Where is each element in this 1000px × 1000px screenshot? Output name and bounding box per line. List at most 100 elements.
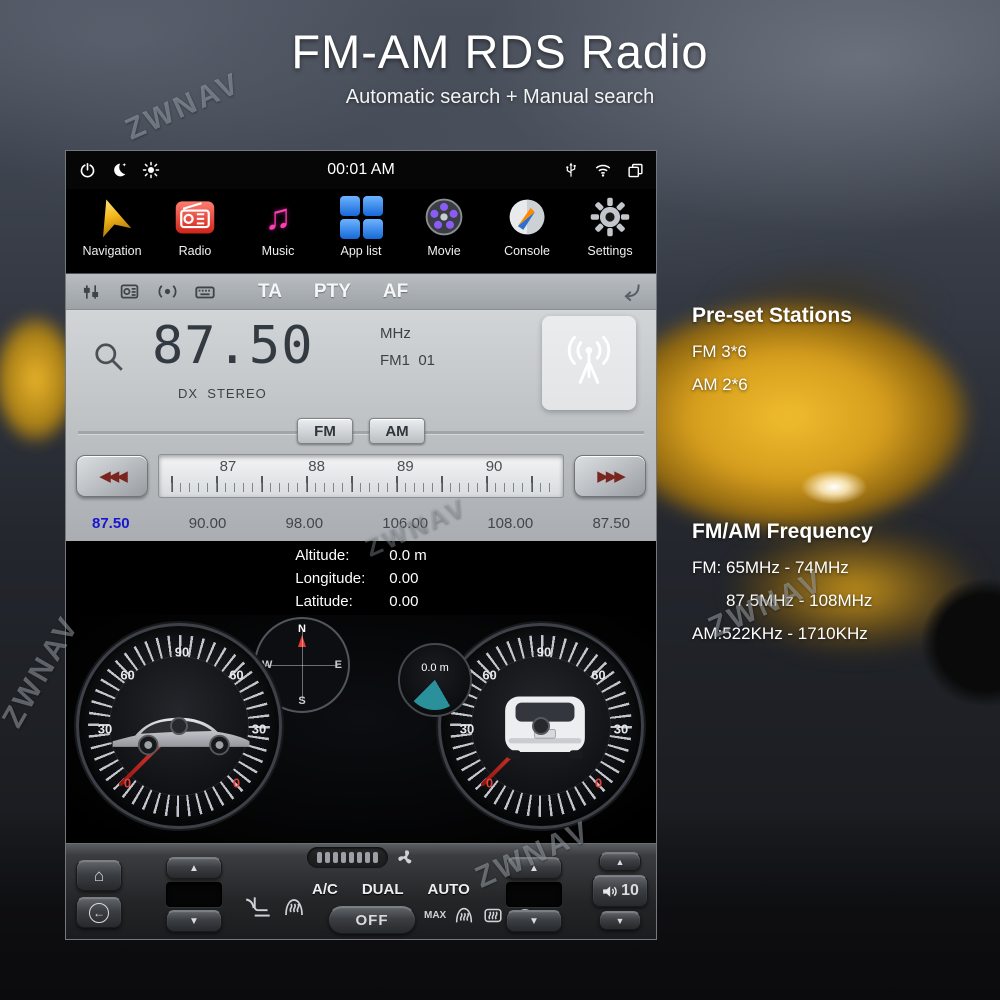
temp-up-button[interactable]: ▲ <box>506 857 562 879</box>
radio-display: 87.50 MHz FM1 01 DX STEREO <box>66 310 656 414</box>
longitude-line: Longitude:0.00 <box>295 567 427 590</box>
scale-number: 88 <box>308 458 325 475</box>
navigation-icon <box>88 193 136 241</box>
app-movie[interactable]: Movie <box>404 193 484 273</box>
settings-gear-icon <box>586 193 634 241</box>
temp-down-button[interactable]: ▼ <box>166 910 222 932</box>
radio-panel: TA PTY AF 87.50 MHz FM1 01 DX STEREO <box>66 273 656 541</box>
frequency-unit: MHz <box>380 326 435 341</box>
speaker-icon <box>601 883 618 900</box>
up-arrow-icon: ▲ <box>616 857 625 867</box>
tuning-scale: 87 88 89 90 <box>158 454 564 498</box>
app-label: App list <box>341 244 382 258</box>
keyboard-icon[interactable] <box>194 281 216 303</box>
frequency-range-heading: FM/AM Frequency <box>692 520 992 544</box>
down-arrow-icon: ▼ <box>616 916 625 926</box>
compass-north: N <box>298 623 306 635</box>
left-speed-gauge: 030609060300 <box>76 623 282 829</box>
app-label: Music <box>262 244 295 258</box>
fan-speed-indicator <box>307 847 415 868</box>
app-label: Movie <box>427 244 460 258</box>
mini-gauge-value: 0.0 m <box>400 662 470 674</box>
preset-station[interactable]: 87.50 <box>592 515 630 532</box>
compass-south: S <box>298 695 305 707</box>
app-music[interactable]: ♫ Music <box>238 193 318 273</box>
compass-east: E <box>335 659 342 671</box>
music-icon: ♫ <box>254 193 302 241</box>
app-label: Settings <box>587 244 632 258</box>
tuner-icon[interactable] <box>80 281 102 303</box>
fm-range-line: FM: 65MHz - 74MHz <box>692 558 992 578</box>
preset-station[interactable]: 98.00 <box>286 515 324 532</box>
gauge-cluster: N E S W 030609060300 <box>66 615 656 843</box>
seek-down-button[interactable]: ◀◀◀ <box>76 455 148 497</box>
volume-level: 10 <box>621 882 639 900</box>
volume-button[interactable]: 10 <box>592 875 648 907</box>
signal-icon[interactable] <box>156 281 178 303</box>
climate-off-button[interactable]: OFF <box>328 906 416 934</box>
seek-down-icon: ◀◀◀ <box>99 467 125 485</box>
fan-icon <box>396 848 415 867</box>
radio-toolbar: TA PTY AF <box>66 274 656 310</box>
fm-range-line2: 87.5MHz - 108MHz <box>692 591 992 611</box>
preset-station[interactable]: 87.50 <box>92 515 130 532</box>
down-arrow-icon: ▼ <box>189 916 199 927</box>
app-label: Radio <box>179 244 212 258</box>
preset-station[interactable]: 108.00 <box>487 515 533 532</box>
preset-memory-icon[interactable] <box>118 281 140 303</box>
seek-up-button[interactable]: ▶▶▶ <box>574 455 646 497</box>
app-console[interactable]: Console <box>487 193 567 273</box>
seat-vent-icon[interactable] <box>244 894 274 920</box>
console-icon <box>503 193 551 241</box>
back-icon[interactable] <box>620 281 642 303</box>
gauge-hub <box>170 717 188 735</box>
temp-display <box>166 882 222 907</box>
preset-station[interactable]: 90.00 <box>189 515 227 532</box>
right-speed-gauge: 030609060300 <box>438 623 644 829</box>
return-button[interactable]: ← <box>76 897 122 928</box>
am-band-button[interactable]: AM <box>369 418 425 444</box>
altitude-line: Altitude:0.0 m <box>295 544 427 567</box>
temp-up-button[interactable]: ▲ <box>166 857 222 879</box>
volume-down-button[interactable]: ▼ <box>599 911 641 930</box>
windshield-vent-icon[interactable] <box>282 895 306 919</box>
scale-number: 89 <box>397 458 414 475</box>
ac-button[interactable]: A/C <box>312 881 338 898</box>
home-button[interactable]: ⌂ <box>76 860 122 891</box>
home-icon: ⌂ <box>94 866 104 886</box>
movie-icon <box>420 193 468 241</box>
climate-bar: ⌂ ← ▲ ▼ <box>66 843 656 939</box>
app-label: Console <box>504 244 550 258</box>
app-settings[interactable]: Settings <box>570 193 650 273</box>
pty-button[interactable]: PTY <box>314 281 351 303</box>
fm-band-button[interactable]: FM <box>297 418 353 444</box>
ta-button[interactable]: TA <box>258 281 282 303</box>
signal-status: DX STEREO <box>178 386 267 401</box>
compass-needle <box>298 635 306 647</box>
applist-icon <box>337 193 385 241</box>
up-arrow-icon: ▲ <box>189 863 199 874</box>
temp-display <box>506 882 562 907</box>
temp-down-button[interactable]: ▼ <box>506 910 562 932</box>
rear-defrost-icon[interactable] <box>482 904 504 926</box>
broadcast-antenna-icon <box>558 332 620 394</box>
volume-up-button[interactable]: ▲ <box>599 852 641 871</box>
preset-stations-block: Pre-set Stations FM 3*6 AM 2*6 <box>692 304 992 408</box>
app-navigation[interactable]: Navigation <box>72 193 152 273</box>
af-button[interactable]: AF <box>383 281 408 303</box>
head-unit-screen: 00:01 AM Navigation <box>65 150 657 940</box>
front-defrost-icon[interactable] <box>453 904 475 926</box>
scale-number: 87 <box>220 458 237 475</box>
auto-button[interactable]: AUTO <box>428 881 470 898</box>
seek-up-icon: ▶▶▶ <box>597 467 623 485</box>
broadcast-tile <box>542 316 636 410</box>
app-radio[interactable]: Radio <box>155 193 235 273</box>
preset-fm-line: FM 3*6 <box>692 342 992 362</box>
preset-station[interactable]: 106.00 <box>382 515 428 532</box>
app-applist[interactable]: App list <box>321 193 401 273</box>
mini-gauge-wedge <box>405 650 465 710</box>
tuning-row: ◀◀◀ 87 88 89 90 ▶▶▶ <box>66 448 656 504</box>
search-icon[interactable] <box>92 340 126 379</box>
dual-button[interactable]: DUAL <box>362 881 404 898</box>
down-arrow-icon: ▼ <box>529 916 539 927</box>
